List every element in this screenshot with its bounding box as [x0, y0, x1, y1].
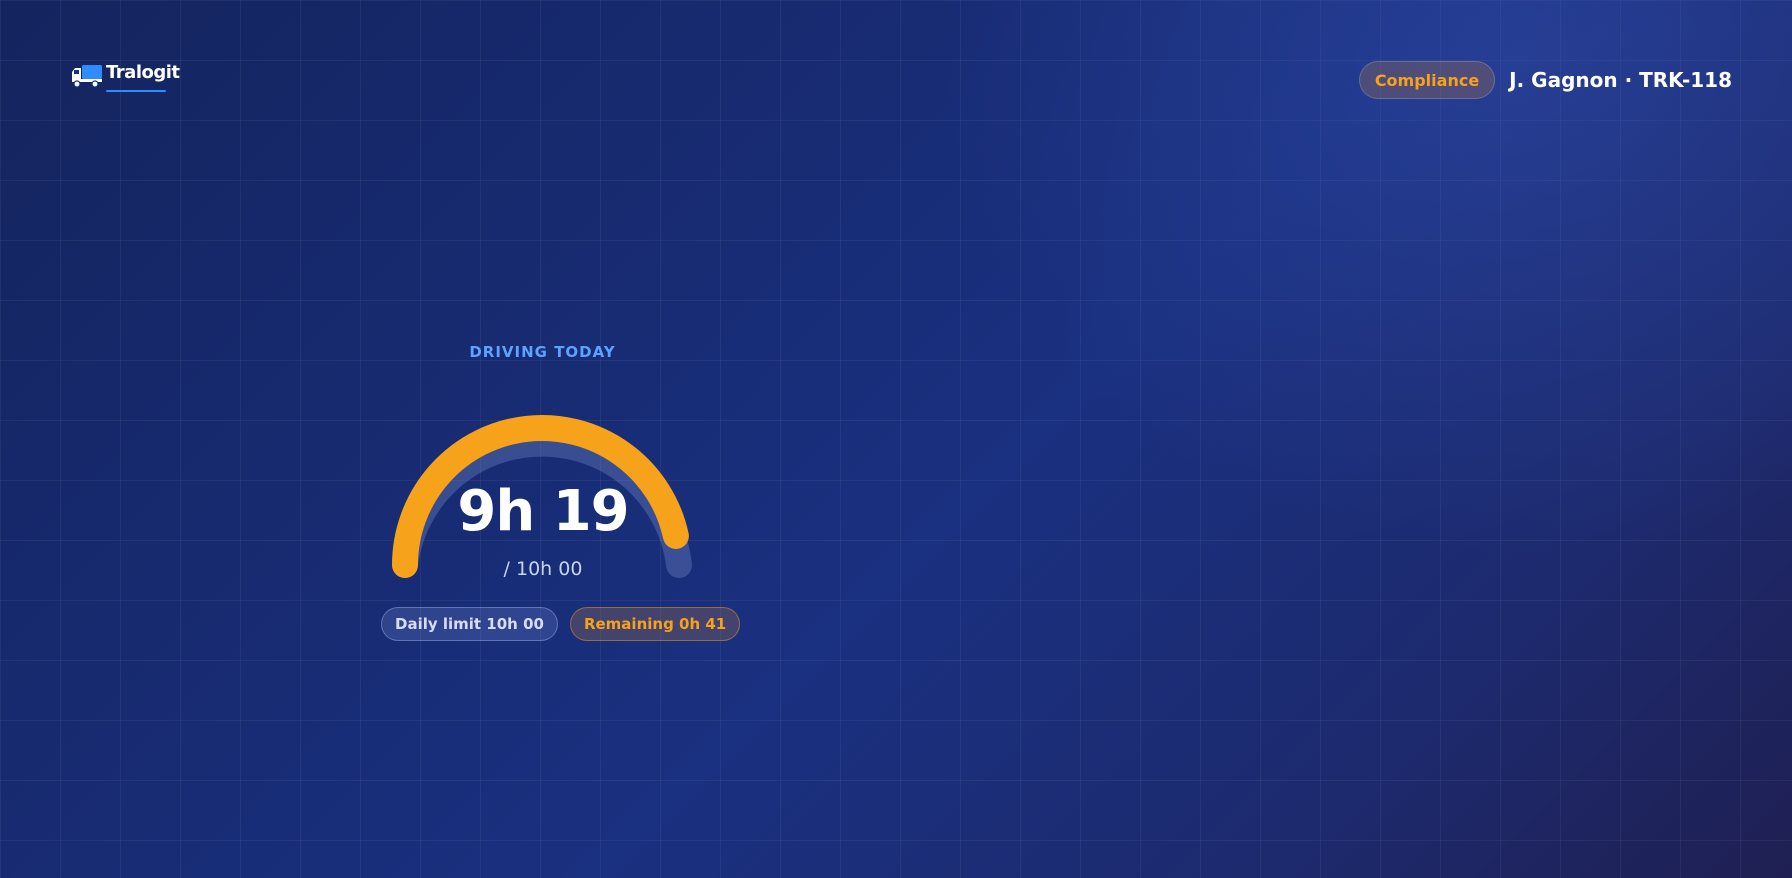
compliance-button[interactable]: Compliance — [1358, 61, 1496, 99]
remaining-chip: Remaining 0h 41 — [569, 607, 741, 641]
driving-today-label: DRIVING TODAY — [469, 343, 616, 361]
driving-time-value: 9h 19 — [457, 479, 629, 544]
driving-time-limit: / 10h 00 — [503, 558, 583, 580]
daily-limit-chip: Daily limit 10h 00 — [381, 607, 558, 641]
app-logo[interactable]: Tralogit — [70, 62, 180, 92]
brand-underline — [106, 90, 166, 92]
header-right: Compliance J. Gagnon · TRK-118 — [1358, 61, 1732, 99]
driving-chips: Daily limit 10h 00 Remaining 0h 41 — [381, 607, 741, 641]
driver-truck-label: J. Gagnon · TRK-118 — [1509, 68, 1732, 92]
driving-gauge: 9h 19 / 10h 00 — [385, 400, 701, 590]
brand-name: Tralogit — [106, 62, 180, 83]
truck-icon — [70, 62, 104, 90]
background-grid — [0, 0, 1792, 878]
